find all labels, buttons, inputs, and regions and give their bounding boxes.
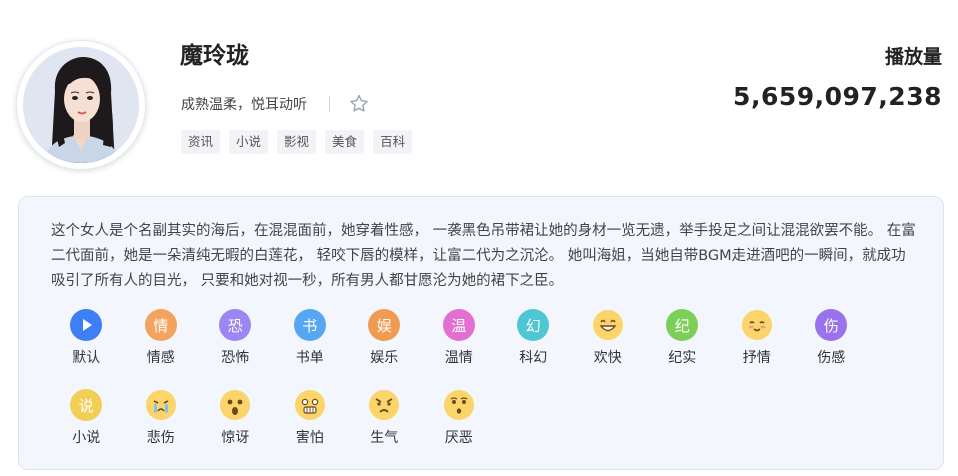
emotion-glyph: 恐 (227, 316, 243, 335)
emotion-item[interactable]: 厌恶 (422, 389, 497, 457)
emotion-item[interactable]: 欢快 (571, 309, 646, 377)
emotion-item[interactable]: 纪纪实 (645, 309, 720, 377)
emotion-item[interactable]: 悲伤 (124, 389, 199, 457)
emotion-item[interactable]: 温温情 (422, 309, 497, 377)
emotion-item[interactable]: 害怕 (273, 389, 348, 457)
emotion-item[interactable]: 惊讶 (198, 389, 273, 457)
emotion-label: 生气 (370, 430, 399, 446)
emotion-label: 娱乐 (370, 350, 399, 366)
scared-face-icon (294, 389, 326, 421)
emotion-icon: 情 (144, 309, 177, 341)
detail-panel: 这个女人是个名副其实的海后，在混混面前，她穿着性感， 一袭黑色吊带裙让她的身材一… (18, 196, 944, 470)
emotion-label: 厌恶 (444, 430, 473, 446)
emotion-item[interactable]: 娱娱乐 (347, 309, 422, 377)
surprised-face-icon (219, 389, 251, 421)
tag-novel[interactable]: 小说 (229, 130, 269, 154)
tag-news[interactable]: 资讯 (181, 130, 221, 154)
emotion-glyph: 娱 (376, 316, 392, 335)
avatar-portrait-icon (23, 47, 139, 163)
play-count-value: 5,659,097,238 (733, 82, 942, 111)
emotion-label: 惊讶 (221, 430, 250, 446)
emotion-item[interactable]: 抒情 (720, 309, 795, 377)
angry-face-icon (368, 389, 400, 421)
emotion-glyph: 说 (78, 396, 94, 415)
emotion-label: 书单 (295, 350, 324, 366)
horror-icon: 恐 (219, 309, 252, 341)
emotion-label: 恐怖 (221, 350, 250, 366)
laughing-face-icon (592, 309, 624, 341)
emotion-item[interactable]: 恐恐怖 (198, 309, 273, 377)
warmth-icon: 温 (442, 309, 475, 341)
tag-food[interactable]: 美食 (325, 130, 365, 154)
voice-tagline: 成熟温柔，悦耳动听 (181, 97, 307, 113)
emotion-label: 科幻 (519, 350, 548, 366)
emotion-label: 默认 (72, 350, 101, 366)
sad-icon: 伤 (815, 309, 848, 341)
tag-film[interactable]: 影视 (277, 130, 317, 154)
tag-encyclopedia[interactable]: 百科 (373, 130, 413, 154)
divider (329, 96, 330, 112)
emotion-item[interactable]: 书书单 (273, 309, 348, 377)
emotion-item[interactable]: 说小说 (49, 389, 124, 457)
booklist-icon: 书 (293, 309, 326, 341)
emotion-glyph: 温 (451, 316, 467, 335)
emotion-glyph: 纪 (674, 316, 690, 335)
emotion-item[interactable]: 生气 (347, 389, 422, 457)
emotion-label: 抒情 (742, 350, 771, 366)
voice-name: 魔玲珑 (180, 43, 249, 69)
crying-face-icon (145, 389, 177, 421)
avatar (23, 47, 139, 163)
novel-icon: 说 (70, 389, 103, 421)
tagline-row: 成熟温柔，悦耳动听 (181, 92, 370, 116)
scifi-icon: 幻 (517, 309, 550, 341)
play-count-label: 播放量 (884, 46, 942, 68)
emotion-glyph: 书 (302, 316, 318, 335)
emotion-label: 欢快 (593, 350, 622, 366)
documentary-icon: 纪 (666, 309, 699, 341)
emotion-label: 害怕 (295, 430, 324, 446)
emotion-item[interactable]: 默认 (49, 309, 124, 377)
emotion-label: 悲伤 (146, 430, 175, 446)
avatar-frame (16, 40, 146, 170)
entertainment-icon: 娱 (368, 309, 401, 341)
emotion-label: 小说 (72, 430, 101, 446)
emotion-label: 情感 (146, 350, 175, 366)
favorite-star-icon[interactable] (348, 93, 370, 115)
emotion-item[interactable]: 伤伤感 (794, 309, 869, 377)
play-icon (70, 309, 103, 341)
emotion-item[interactable]: 幻科幻 (496, 309, 571, 377)
voice-description: 这个女人是个名副其实的海后，在混混面前，她穿着性感， 一袭黑色吊带裙让她的身材一… (51, 223, 916, 289)
emotion-glyph: 伤 (823, 316, 839, 335)
emotion-glyph: 情 (153, 316, 169, 335)
emotion-label: 纪实 (668, 350, 697, 366)
disgust-face-icon (443, 389, 475, 421)
content-face-icon (741, 309, 773, 341)
emotion-label: 伤感 (817, 350, 846, 366)
emotion-list: 默认情情感恐恐怖书书单娱娱乐温温情幻科幻 欢快纪纪实 抒情伤伤感说小说 悲伤 惊讶 害怕生… (49, 309, 869, 457)
emotion-label: 温情 (444, 350, 473, 366)
emotion-item[interactable]: 情情感 (124, 309, 199, 377)
emotion-glyph: 幻 (525, 316, 541, 335)
category-tags: 资讯 小说 影视 美食 百科 (181, 130, 413, 154)
